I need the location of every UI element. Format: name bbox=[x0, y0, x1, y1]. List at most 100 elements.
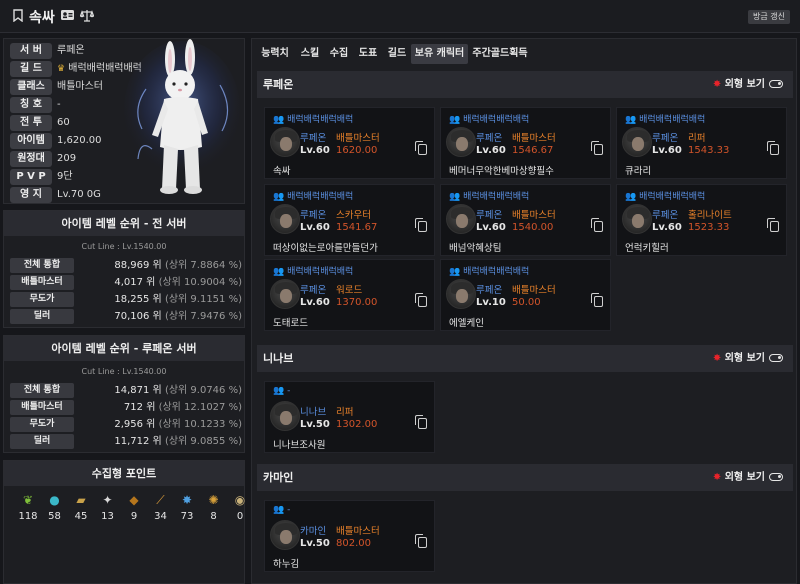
character-card[interactable]: 👥 배럭배럭배럭배럭 루페온 홀리나이트 Lv.60 1523.33 언럭키힐러 bbox=[616, 184, 787, 256]
copy-icon[interactable] bbox=[415, 218, 427, 232]
tab-weekly-gold[interactable]: 주간골드획득 bbox=[470, 44, 530, 64]
copy-icon[interactable] bbox=[767, 218, 779, 232]
server-section-title: 카마인 bbox=[263, 471, 294, 484]
character-avatar bbox=[446, 279, 476, 309]
copy-icon[interactable] bbox=[415, 534, 427, 548]
bookmark-icon[interactable] bbox=[13, 9, 23, 26]
character-avatar bbox=[446, 127, 476, 157]
character-item-level: 1370.00 bbox=[336, 297, 378, 308]
character-item-level: 50.00 bbox=[512, 297, 541, 308]
collection-count: 13 bbox=[101, 511, 114, 522]
copy-icon[interactable] bbox=[591, 293, 603, 307]
server-section-header: 루페온 ✸ 외형 보기 bbox=[257, 71, 793, 98]
appearance-toggle[interactable]: ✸ 외형 보기 bbox=[713, 71, 783, 98]
character-card[interactable]: 👥 배럭배럭배럭배럭 루페온 워로드 Lv.60 1370.00 도태로드 bbox=[264, 259, 435, 331]
header-bar: 속싸 방금 갱신 bbox=[0, 0, 800, 33]
tab-collection[interactable]: 수집 bbox=[326, 44, 352, 64]
character-level: Lv.60 bbox=[300, 297, 330, 308]
tab-chart[interactable]: 도표 bbox=[355, 44, 381, 64]
guild-name: 배럭배럭배럭배럭 bbox=[287, 267, 354, 277]
appearance-toggle[interactable]: ✸ 외형 보기 bbox=[713, 464, 783, 491]
character-card[interactable]: 👥 배럭배럭배럭배럭 루페온 배틀마스터 Lv.60 1546.67 베머너무악한베마상향… bbox=[440, 107, 611, 179]
character-card[interactable]: 👥 - 카마인 배틀마스터 Lv.50 802.00 하누김 bbox=[264, 500, 435, 572]
rank-value: 70,106 위 bbox=[114, 311, 162, 322]
tab-stats[interactable]: 능력치 bbox=[257, 44, 293, 64]
tab-skills[interactable]: 스킬 bbox=[297, 44, 323, 64]
guild-label: 길 드 bbox=[10, 61, 52, 77]
collection-count: 8 bbox=[210, 511, 217, 522]
toggle-icon[interactable] bbox=[769, 80, 783, 88]
class-label: 클래스 bbox=[10, 79, 52, 95]
rank-percent: (상위 7.8864 %) bbox=[164, 260, 242, 271]
burst-icon: ✸ bbox=[712, 472, 722, 483]
character-card[interactable]: 👥 배럭배럭배럭배럭 루페온 배틀마스터 Lv.60 1620.00 속싸 bbox=[264, 107, 435, 179]
character-guild: 👥 - bbox=[273, 505, 290, 515]
character-class: 홀리나이트 bbox=[688, 210, 732, 221]
guild-name: - bbox=[287, 386, 291, 396]
guild-name: 배럭배럭배럭배럭 bbox=[463, 115, 530, 125]
collection-count: 118 bbox=[18, 511, 38, 522]
toggle-icon[interactable] bbox=[769, 354, 783, 362]
character-guild: 👥 - bbox=[273, 386, 290, 396]
character-card[interactable]: 👥 배럭배럭배럭배럭 루페온 배틀마스터 Lv.10 50.00 에엘케인 bbox=[440, 259, 611, 331]
character-item-level: 1540.00 bbox=[512, 222, 554, 233]
character-server: 루페온 bbox=[300, 133, 327, 144]
character-card[interactable]: 👥 배럭배럭배럭배럭 루페온 스카우터 Lv.60 1541.67 떠상이없는로아를만들던… bbox=[264, 184, 435, 256]
copy-icon[interactable] bbox=[767, 141, 779, 155]
collection-item[interactable]: ✺ 8 bbox=[202, 493, 226, 522]
collection-item[interactable]: ✦ 13 bbox=[96, 493, 120, 522]
rank-all-cutline: Cut Line : Lv.1540.00 bbox=[81, 242, 167, 251]
users-icon: 👥 bbox=[273, 386, 285, 396]
character-guild: 👥 배럭배럭배럭배럭 bbox=[273, 112, 353, 125]
collection-item[interactable]: ❦ 118 bbox=[16, 493, 40, 522]
collection-item[interactable]: ◉ 0 bbox=[228, 493, 252, 522]
collection-count: 73 bbox=[180, 511, 194, 522]
character-class: 배틀마스터 bbox=[512, 133, 556, 144]
collection-item[interactable]: ⟋ 34 bbox=[149, 493, 173, 522]
character-level: Lv.60 bbox=[300, 145, 330, 156]
character-server: 니나브 bbox=[300, 407, 327, 418]
collection-item[interactable]: ● 58 bbox=[43, 493, 67, 522]
character-item-level: 1546.67 bbox=[512, 145, 554, 156]
burst-icon: ✸ bbox=[712, 353, 722, 364]
tab-characters[interactable]: 보유 캐릭터 bbox=[411, 44, 468, 64]
character-card[interactable]: 👥 - 니나브 리퍼 Lv.50 1302.00 니나브조사원 bbox=[264, 381, 435, 453]
rank-percent: (상위 7.9476 %) bbox=[164, 311, 242, 322]
copy-icon[interactable] bbox=[415, 293, 427, 307]
appearance-toggle[interactable]: ✸ 외형 보기 bbox=[713, 345, 783, 372]
copy-icon[interactable] bbox=[415, 141, 427, 155]
server-section-header: 니나브 ✸ 외형 보기 bbox=[257, 345, 793, 372]
collection-item[interactable]: ▰ 45 bbox=[69, 493, 93, 522]
copy-icon[interactable] bbox=[415, 415, 427, 429]
collection-title: 수집형 포인트 bbox=[4, 461, 244, 486]
rank-server-title: 아이템 레벨 순위 - 루페온 서버 bbox=[4, 336, 244, 361]
copy-icon[interactable] bbox=[591, 141, 603, 155]
character-card[interactable]: 👥 배럭배럭배럭배럭 루페온 리퍼 Lv.60 1543.33 큐라리 bbox=[616, 107, 787, 179]
rank-percent: (상위 9.0746 %) bbox=[164, 385, 242, 396]
rank-all-row: 배틀마스터 4,017 위 (상위 10.9004 %) bbox=[10, 275, 242, 290]
character-card-name: 니나브조사원 bbox=[273, 440, 326, 451]
tab-guild[interactable]: 길드 bbox=[384, 44, 410, 64]
character-level: Lv.60 bbox=[476, 222, 506, 233]
collection-item[interactable]: ◆ 9 bbox=[122, 493, 146, 522]
character-class: 배틀마스터 bbox=[512, 285, 556, 296]
character-card[interactable]: 👥 배럭배럭배럭배럭 루페온 배틀마스터 Lv.60 1540.00 배넘악혜상팀 bbox=[440, 184, 611, 256]
character-card-name: 속싸 bbox=[273, 166, 291, 177]
character-guild: 👥 배럭배럭배럭배럭 bbox=[625, 189, 705, 202]
character-class: 리퍼 bbox=[336, 407, 354, 418]
collection-item[interactable]: ✸ 73 bbox=[175, 493, 199, 522]
users-icon: 👥 bbox=[273, 192, 285, 202]
character-level: Lv.60 bbox=[652, 145, 682, 156]
copy-icon[interactable] bbox=[591, 218, 603, 232]
rank-percent: (상위 9.0855 %) bbox=[164, 436, 242, 447]
toggle-icon[interactable] bbox=[769, 473, 783, 481]
character-item-level: 1620.00 bbox=[336, 145, 378, 156]
rank-server-cutline: Cut Line : Lv.1540.00 bbox=[81, 367, 167, 376]
scales-icon[interactable] bbox=[79, 9, 95, 26]
rank-all-title: 아이템 레벨 순위 - 전 서버 bbox=[4, 211, 244, 236]
users-icon: 👥 bbox=[625, 192, 637, 202]
rank-category: 배틀마스터 bbox=[10, 400, 74, 415]
id-card-icon[interactable] bbox=[60, 9, 75, 25]
refresh-button[interactable]: 방금 갱신 bbox=[748, 10, 790, 24]
character-item-level: 1541.67 bbox=[336, 222, 378, 233]
